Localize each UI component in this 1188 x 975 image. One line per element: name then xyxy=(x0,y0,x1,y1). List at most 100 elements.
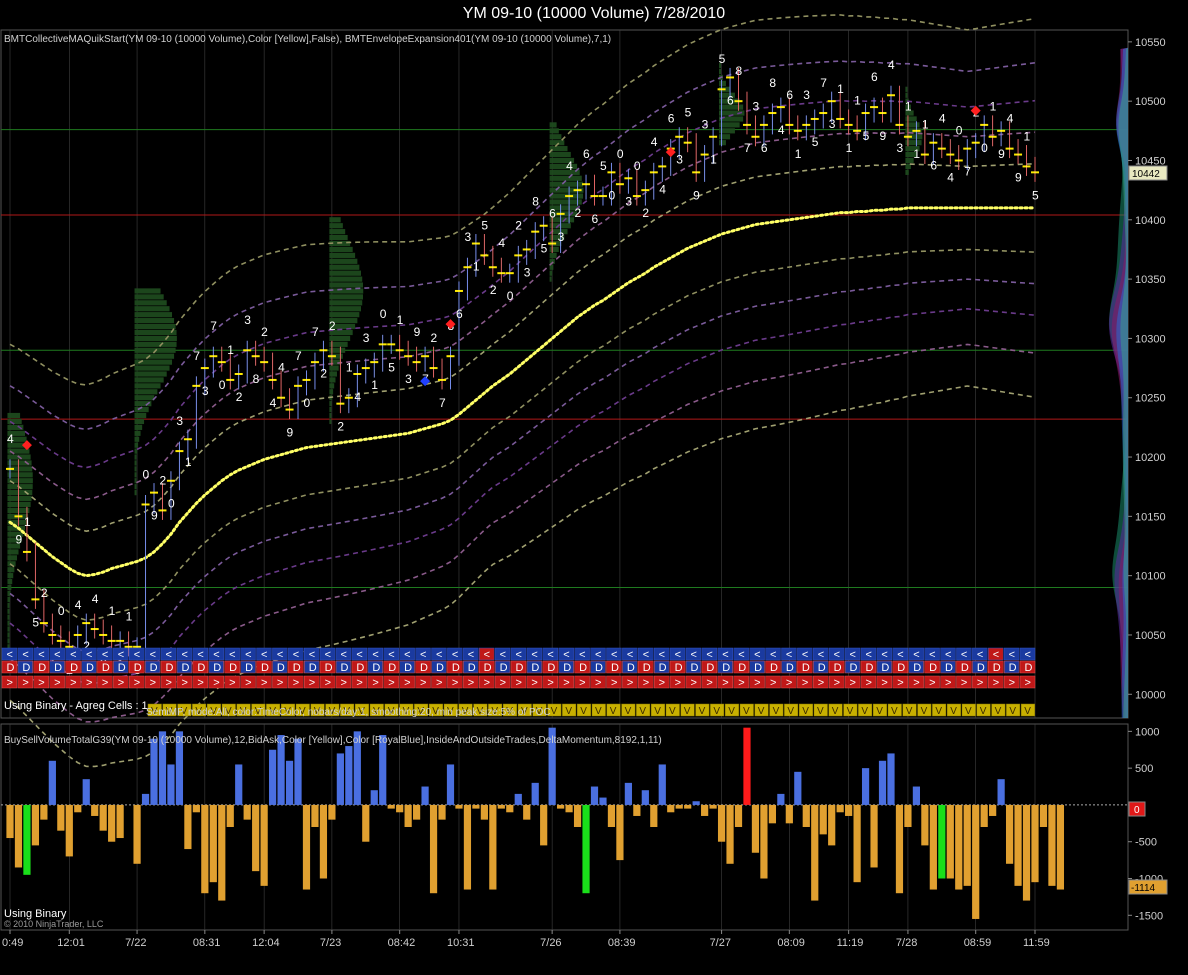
profile-row xyxy=(7,573,14,579)
cell-digit: 6 xyxy=(761,141,768,155)
binary-glyph: > xyxy=(897,677,903,689)
profile-row xyxy=(134,418,145,425)
delta-bar xyxy=(802,804,810,827)
cell-digit: 0 xyxy=(168,497,175,511)
ema-line xyxy=(8,206,1037,578)
delta-bar xyxy=(497,804,505,809)
tpo-glyph: V xyxy=(980,706,987,717)
price-tick-label: 10150 xyxy=(1135,511,1166,523)
delta-bar xyxy=(997,779,1005,805)
delta-bar xyxy=(861,768,870,805)
delta-bar xyxy=(717,804,726,842)
binary-glyph: D xyxy=(627,662,635,674)
tpo-glyph: V xyxy=(817,706,824,717)
delta-bar xyxy=(794,771,802,805)
delta-bar xyxy=(1039,804,1048,827)
profile-row xyxy=(329,371,337,377)
binary-glyph: < xyxy=(372,649,378,661)
cell-digit: 4 xyxy=(659,182,666,196)
binary-glyph: < xyxy=(802,649,808,661)
delta-bar xyxy=(429,804,438,894)
delta-bar xyxy=(74,804,82,813)
delta-bar xyxy=(768,804,776,824)
cell-digit: 6 xyxy=(871,70,878,84)
binary-glyph: < xyxy=(245,649,251,661)
tpo-glyph: V xyxy=(773,706,780,717)
cell-digit: 1 xyxy=(1024,129,1031,143)
delta-bar xyxy=(235,764,243,805)
cell-digit: 1 xyxy=(24,515,31,529)
delta-bar xyxy=(489,804,497,890)
cell-digit: 4 xyxy=(939,112,946,126)
delta-bars xyxy=(6,727,1065,919)
delta-bar xyxy=(743,727,751,805)
binary-glyph: < xyxy=(643,649,649,661)
binary-glyph: > xyxy=(341,677,347,689)
chart-canvas[interactable]: 4915210242451113092031737012382449707222… xyxy=(0,0,1188,975)
binary-glyph: < xyxy=(54,649,60,661)
delta-tick-label: 500 xyxy=(1135,763,1153,775)
profile-row xyxy=(7,602,10,608)
time-tick-label: 12:04 xyxy=(252,937,280,949)
binary-glyph: < xyxy=(484,649,490,661)
delta-bar xyxy=(607,804,616,827)
tpo-glyph: V xyxy=(580,706,587,717)
delta-bar xyxy=(396,804,404,813)
delta-bar xyxy=(209,804,217,883)
cell-digit: 8 xyxy=(736,64,743,78)
delta-bar xyxy=(82,779,90,805)
binary-glyph: D xyxy=(531,662,539,674)
profile-row xyxy=(329,306,362,312)
profile-row xyxy=(905,92,908,98)
cell-digit: 4 xyxy=(7,432,14,446)
binary-glyph: > xyxy=(516,677,522,689)
delta-bar xyxy=(1056,804,1065,890)
delta-bar xyxy=(370,790,378,805)
delta-bar xyxy=(201,804,209,894)
binary-glyph: > xyxy=(293,677,299,689)
delta-bar xyxy=(1005,804,1014,864)
binary-glyph: > xyxy=(913,677,919,689)
price-tick-label: 10200 xyxy=(1135,452,1166,464)
cell-digit: 1 xyxy=(346,361,353,375)
binary-glyph: < xyxy=(961,649,967,661)
cell-digit: 4 xyxy=(75,598,82,612)
cell-digit: 3 xyxy=(244,313,251,327)
cell-digit: 3 xyxy=(829,117,836,131)
delta-bar xyxy=(946,804,954,879)
time-tick-label: 7/27 xyxy=(710,937,731,949)
binary-glyph: > xyxy=(388,677,394,689)
binary-glyph: > xyxy=(420,677,426,689)
binary-glyph: D xyxy=(500,662,508,674)
cell-digit: 2 xyxy=(236,390,243,404)
delta-bar xyxy=(777,793,785,805)
cell-digit: 9 xyxy=(1015,171,1022,185)
delta-bar xyxy=(65,804,73,857)
profile-row xyxy=(329,418,332,425)
cell-digit: 7 xyxy=(210,319,217,333)
price-tick-label: 10350 xyxy=(1135,274,1166,286)
binary-glyph: D xyxy=(436,662,444,674)
cell-digit: 2 xyxy=(261,325,268,339)
delta-bar xyxy=(667,804,675,813)
cell-digit: 1 xyxy=(473,259,480,273)
binary-glyph: D xyxy=(850,662,858,674)
profile-row xyxy=(7,608,10,614)
binary-glyph: > xyxy=(356,677,362,689)
delta-bar xyxy=(319,804,328,879)
cell-digit: 3 xyxy=(896,141,903,155)
cell-digit: 1 xyxy=(795,147,802,161)
binary-glyph: D xyxy=(197,662,205,674)
binary-glyph: D xyxy=(118,662,126,674)
binary-glyph: > xyxy=(150,677,156,689)
profile-row xyxy=(7,495,32,502)
zero-value: 0 xyxy=(1134,805,1140,816)
delta-bar xyxy=(734,804,743,827)
delta-bar xyxy=(302,804,311,890)
binary-glyph: < xyxy=(6,649,12,661)
cell-digit: 1 xyxy=(710,153,717,167)
binary-glyph: D xyxy=(70,662,78,674)
binary-glyph: < xyxy=(945,649,951,661)
cell-digit: 3 xyxy=(202,384,209,398)
delta-bar xyxy=(285,760,294,805)
